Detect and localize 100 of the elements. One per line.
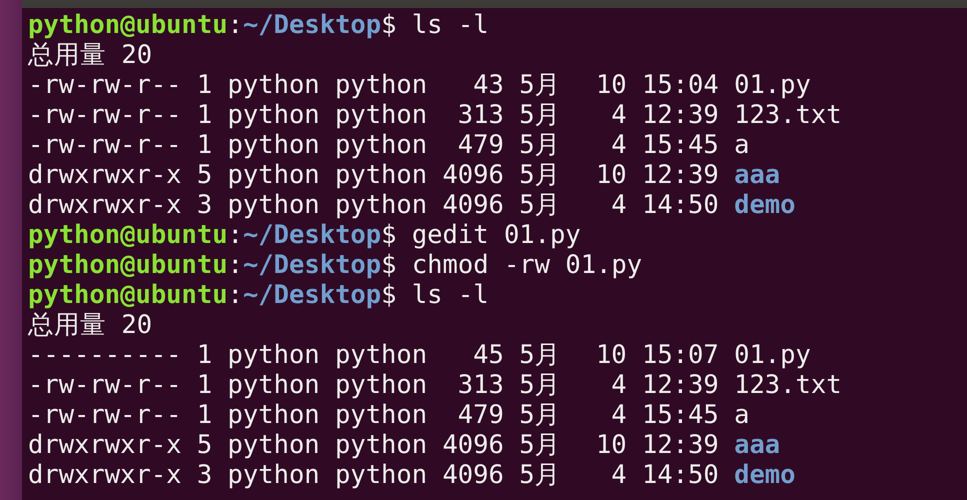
prompt-user: python@ubuntu [28,280,228,310]
group-name: python [335,400,428,430]
output-text: 总用量 20 [28,310,152,340]
prompt-symbol: $ [381,250,396,280]
group-name: python [335,370,428,400]
prompt-path: ~/Desktop [242,250,382,280]
time: 12:39 [642,430,719,460]
prompt-separator: : [228,10,243,40]
time: 12:39 [642,370,719,400]
command-text: gedit 01.py [412,220,581,250]
prompt-user: python@ubuntu [28,250,228,280]
file-permissions: ---------- [28,340,182,370]
time: 15:04 [642,70,719,100]
file-size: 313 [456,370,504,400]
owner-name: python [228,160,320,190]
day: 4 [596,400,627,430]
file-permissions: -rw-rw-r-- [28,130,182,160]
day: 10 [596,340,627,370]
link-count: 1 [196,100,212,130]
link-count: 1 [196,370,212,400]
time: 15:45 [642,130,719,160]
link-count: 1 [196,130,212,160]
link-count: 1 [196,340,212,370]
file-permissions: -rw-rw-r-- [28,70,182,100]
output-text: 总用量 20 [28,40,152,70]
prompt-separator: : [228,280,243,310]
link-count: 3 [196,190,212,220]
link-count: 1 [196,70,212,100]
file-permissions: -rw-rw-r-- [28,370,182,400]
prompt-separator: : [228,250,243,280]
file-name: 123.txt [734,370,842,400]
link-count: 1 [196,400,212,430]
time: 12:39 [642,160,719,190]
file-name: a [734,400,750,430]
month: 5月 [519,70,562,100]
day: 10 [596,160,627,190]
file-permissions: drwxrwxr-x [28,190,182,220]
file-name: 123.txt [734,100,842,130]
command-text: chmod -rw 01.py [412,250,642,280]
file-size: 479 [456,130,504,160]
file-size: 313 [456,100,504,130]
file-size: 45 [472,340,504,370]
owner-name: python [228,130,320,160]
day: 10 [596,430,627,460]
directory-name: aaa [734,160,780,190]
prompt-symbol: $ [381,10,396,40]
time: 14:50 [642,190,719,220]
prompt-symbol: $ [381,280,396,310]
file-size: 4096 [442,190,504,220]
month: 5月 [519,430,562,460]
file-size: 4096 [442,160,504,190]
time: 15:07 [642,340,719,370]
month: 5月 [519,130,562,160]
group-name: python [335,100,428,130]
time: 15:45 [642,400,719,430]
month: 5月 [519,340,562,370]
group-name: python [335,190,428,220]
prompt-path: ~/Desktop [242,220,382,250]
file-name: 01.py [734,70,811,100]
group-name: python [335,70,428,100]
link-count: 5 [196,430,212,460]
owner-name: python [228,190,320,220]
day: 4 [596,100,627,130]
file-permissions: -rw-rw-r-- [28,400,182,430]
prompt-user: python@ubuntu [28,220,228,250]
file-permissions: drwxrwxr-x [28,460,182,490]
month: 5月 [519,370,562,400]
time: 12:39 [642,100,719,130]
link-count: 5 [196,160,212,190]
prompt-user: python@ubuntu [28,10,228,40]
time: 14:50 [642,460,719,490]
owner-name: python [228,430,320,460]
file-name: a [734,130,750,160]
group-name: python [335,160,428,190]
prompt-path: ~/Desktop [242,280,382,310]
file-size: 479 [456,400,504,430]
file-permissions: drwxrwxr-x [28,160,182,190]
owner-name: python [228,340,320,370]
command-text: ls -l [412,10,489,40]
month: 5月 [519,190,562,220]
group-name: python [335,460,428,490]
owner-name: python [228,400,320,430]
day: 4 [596,190,627,220]
file-size: 4096 [442,430,504,460]
prompt-separator: : [228,220,243,250]
day: 4 [596,370,627,400]
directory-name: aaa [734,430,780,460]
owner-name: python [228,370,320,400]
month: 5月 [519,460,562,490]
command-text: ls -l [412,280,489,310]
owner-name: python [228,70,320,100]
day: 10 [596,70,627,100]
prompt-path: ~/Desktop [242,10,382,40]
link-count: 3 [196,460,212,490]
owner-name: python [228,100,320,130]
directory-name: demo [734,460,796,490]
group-name: python [335,340,428,370]
file-permissions: drwxrwxr-x [28,430,182,460]
day: 4 [596,460,627,490]
file-name: 01.py [734,340,811,370]
